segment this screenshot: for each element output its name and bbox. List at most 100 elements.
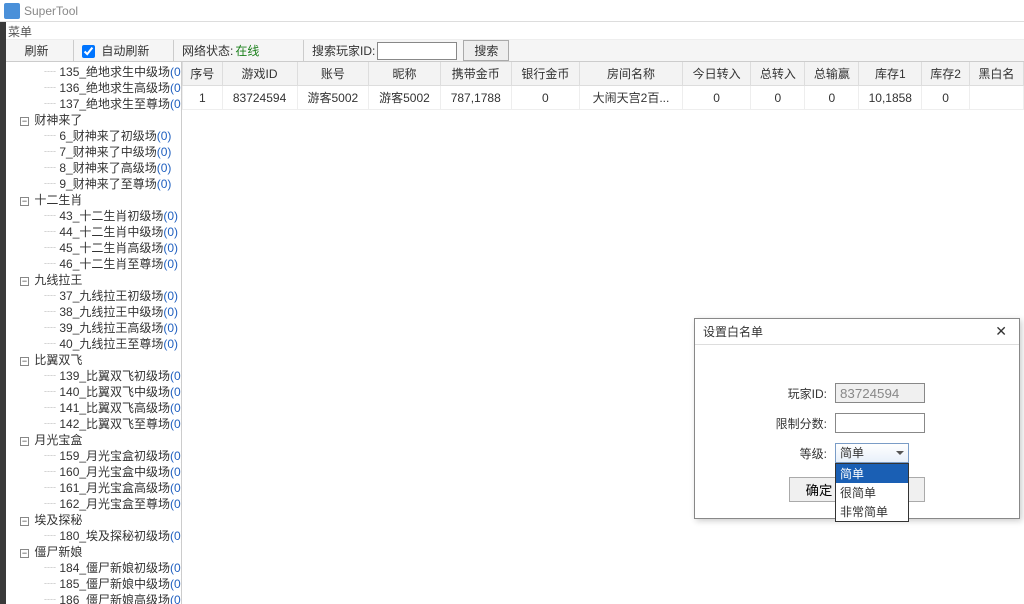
window-title: SuperTool	[24, 4, 78, 18]
grid-header[interactable]: 库存2	[922, 62, 970, 86]
grid-cell[interactable]: 10,1858	[859, 86, 922, 110]
menu-item[interactable]: 菜单	[8, 25, 32, 39]
tree-child-item[interactable]: ┈ 140_比翼双飞中级场(0)	[0, 384, 181, 400]
grid-cell[interactable]: 1	[183, 86, 223, 110]
grid-header[interactable]: 库存1	[859, 62, 922, 86]
grid-header[interactable]: 总转入	[751, 62, 805, 86]
tree-toggle-icon[interactable]: −	[20, 117, 29, 126]
refresh-button[interactable]: 刷新	[16, 42, 56, 59]
tree-child-item[interactable]: ┈ 142_比翼双飞至尊场(0)	[0, 416, 181, 432]
menubar: 菜单	[0, 22, 1024, 40]
tree-toggle-icon[interactable]: −	[20, 277, 29, 286]
tree-child-item[interactable]: ┈ 46_十二生肖至尊场(0)	[0, 256, 181, 272]
sidebar-tree[interactable]: ┈ 135_绝地求生中级场(0)┈ 136_绝地求生高级场(0)┈ 137_绝地…	[0, 62, 182, 604]
tree-child-item[interactable]: ┈ 184_僵尸新娘初级场(0)	[0, 560, 181, 576]
tree-toggle-icon[interactable]: −	[20, 517, 29, 526]
grid-header[interactable]: 昵称	[369, 62, 441, 86]
window-titlebar: SuperTool	[0, 0, 1024, 22]
grid-header[interactable]: 今日转入	[682, 62, 750, 86]
grid-header[interactable]: 房间名称	[580, 62, 683, 86]
limit-score-input[interactable]	[835, 413, 925, 433]
tree-child-item[interactable]: ┈ 160_月光宝盒中级场(0)	[0, 464, 181, 480]
tree-child-item[interactable]: ┈ 186_僵尸新娘高级场(0)	[0, 592, 181, 604]
tree-child-item[interactable]: ┈ 137_绝地求生至尊场(0)	[0, 96, 181, 112]
tree-child-item[interactable]: ┈ 162_月光宝盒至尊场(0)	[0, 496, 181, 512]
auto-refresh-input[interactable]	[82, 45, 95, 58]
grid-header[interactable]: 账号	[297, 62, 369, 86]
tree-child-item[interactable]: ┈ 44_十二生肖中级场(0)	[0, 224, 181, 240]
tree-child-item[interactable]: ┈ 136_绝地求生高级场(0)	[0, 80, 181, 96]
tree-parent-item[interactable]: − 比翼双飞	[0, 352, 181, 368]
tree-child-item[interactable]: ┈ 185_僵尸新娘中级场(0)	[0, 576, 181, 592]
grid-cell[interactable]: 大闹天宫2百...	[580, 86, 683, 110]
search-input[interactable]	[377, 42, 457, 60]
level-dropdown: 简单很简单非常简单	[835, 463, 909, 522]
tree-parent-item[interactable]: − 僵尸新娘	[0, 544, 181, 560]
tree-child-item[interactable]: ┈ 43_十二生肖初级场(0)	[0, 208, 181, 224]
level-option[interactable]: 很简单	[836, 483, 908, 502]
tree-parent-item[interactable]: − 月光宝盒	[0, 432, 181, 448]
auto-refresh-label: 自动刷新	[101, 44, 149, 58]
tree-child-item[interactable]: ┈ 39_九线拉王高级场(0)	[0, 320, 181, 336]
grid-header[interactable]: 总输赢	[805, 62, 859, 86]
tree-child-item[interactable]: ┈ 37_九线拉王初级场(0)	[0, 288, 181, 304]
tree-child-item[interactable]: ┈ 180_埃及探秘初级场(0)	[0, 528, 181, 544]
tree-child-item[interactable]: ┈ 9_财神来了至尊场(0)	[0, 176, 181, 192]
grid-header[interactable]: 黑白名	[969, 62, 1023, 86]
tree-parent-item[interactable]: − 财神来了	[0, 112, 181, 128]
grid-cell[interactable]: 0	[805, 86, 859, 110]
grid-cell[interactable]: 游客5002	[297, 86, 369, 110]
tree-child-item[interactable]: ┈ 161_月光宝盒高级场(0)	[0, 480, 181, 496]
grid-header[interactable]: 携带金币	[440, 62, 511, 86]
grid-header[interactable]: 银行金币	[511, 62, 579, 86]
player-id-label: 玩家ID:	[715, 385, 835, 402]
tree-child-item[interactable]: ┈ 7_财神来了中级场(0)	[0, 144, 181, 160]
grid-cell[interactable]: 0	[922, 86, 970, 110]
tree-child-item[interactable]: ┈ 139_比翼双飞初级场(0)	[0, 368, 181, 384]
grid-cell[interactable]: 0	[751, 86, 805, 110]
search-label: 搜索玩家ID:	[312, 42, 375, 59]
tree-parent-item[interactable]: − 九线拉王	[0, 272, 181, 288]
tree-toggle-icon[interactable]: −	[20, 357, 29, 366]
grid-cell[interactable]: 787,1788	[440, 86, 511, 110]
left-rail	[0, 22, 6, 604]
limit-score-label: 限制分数:	[715, 415, 835, 432]
tree-child-item[interactable]: ┈ 135_绝地求生中级场(0)	[0, 64, 181, 80]
whitelist-dialog: 设置白名单 ✕ 玩家ID: 限制分数: 等级: 简单 简单很简单非常简单	[694, 318, 1020, 519]
dialog-titlebar: 设置白名单 ✕	[695, 319, 1019, 345]
grid-cell[interactable]: 83724594	[222, 86, 297, 110]
tree-toggle-icon[interactable]: −	[20, 197, 29, 206]
grid-header[interactable]: 序号	[183, 62, 223, 86]
tree-parent-item[interactable]: − 十二生肖	[0, 192, 181, 208]
level-option[interactable]: 非常简单	[836, 502, 908, 521]
level-label: 等级:	[715, 445, 835, 462]
level-option[interactable]: 简单	[836, 464, 908, 483]
data-grid[interactable]: 序号游戏ID账号昵称携带金币银行金币房间名称今日转入总转入总输赢库存1库存2黑白…	[182, 62, 1024, 110]
player-id-input[interactable]	[835, 383, 925, 403]
tree-child-item[interactable]: ┈ 40_九线拉王至尊场(0)	[0, 336, 181, 352]
level-select[interactable]: 简单	[835, 443, 909, 463]
tree-parent-item[interactable]: − 埃及探秘	[0, 512, 181, 528]
close-icon[interactable]: ✕	[991, 323, 1011, 340]
network-status-value: 在线	[235, 42, 259, 59]
grid-cell[interactable]: 0	[682, 86, 750, 110]
tree-child-item[interactable]: ┈ 45_十二生肖高级场(0)	[0, 240, 181, 256]
content-area: 序号游戏ID账号昵称携带金币银行金币房间名称今日转入总转入总输赢库存1库存2黑白…	[182, 62, 1024, 604]
grid-cell[interactable]: 游客5002	[369, 86, 441, 110]
tree-child-item[interactable]: ┈ 38_九线拉王中级场(0)	[0, 304, 181, 320]
search-button[interactable]: 搜索	[463, 40, 509, 61]
grid-header[interactable]: 游戏ID	[222, 62, 297, 86]
toolbar: 刷新 自动刷新 网络状态: 在线 搜索玩家ID: 搜索	[0, 40, 1024, 62]
tree-toggle-icon[interactable]: −	[20, 437, 29, 446]
grid-cell[interactable]	[969, 86, 1023, 110]
tree-child-item[interactable]: ┈ 8_财神来了高级场(0)	[0, 160, 181, 176]
network-status-label: 网络状态:	[182, 42, 233, 59]
tree-toggle-icon[interactable]: −	[20, 549, 29, 558]
dialog-title-text: 设置白名单	[703, 323, 763, 340]
grid-cell[interactable]: 0	[511, 86, 579, 110]
app-icon	[4, 3, 20, 19]
auto-refresh-checkbox[interactable]: 自动刷新	[82, 42, 149, 59]
tree-child-item[interactable]: ┈ 6_财神来了初级场(0)	[0, 128, 181, 144]
tree-child-item[interactable]: ┈ 159_月光宝盒初级场(0)	[0, 448, 181, 464]
tree-child-item[interactable]: ┈ 141_比翼双飞高级场(0)	[0, 400, 181, 416]
